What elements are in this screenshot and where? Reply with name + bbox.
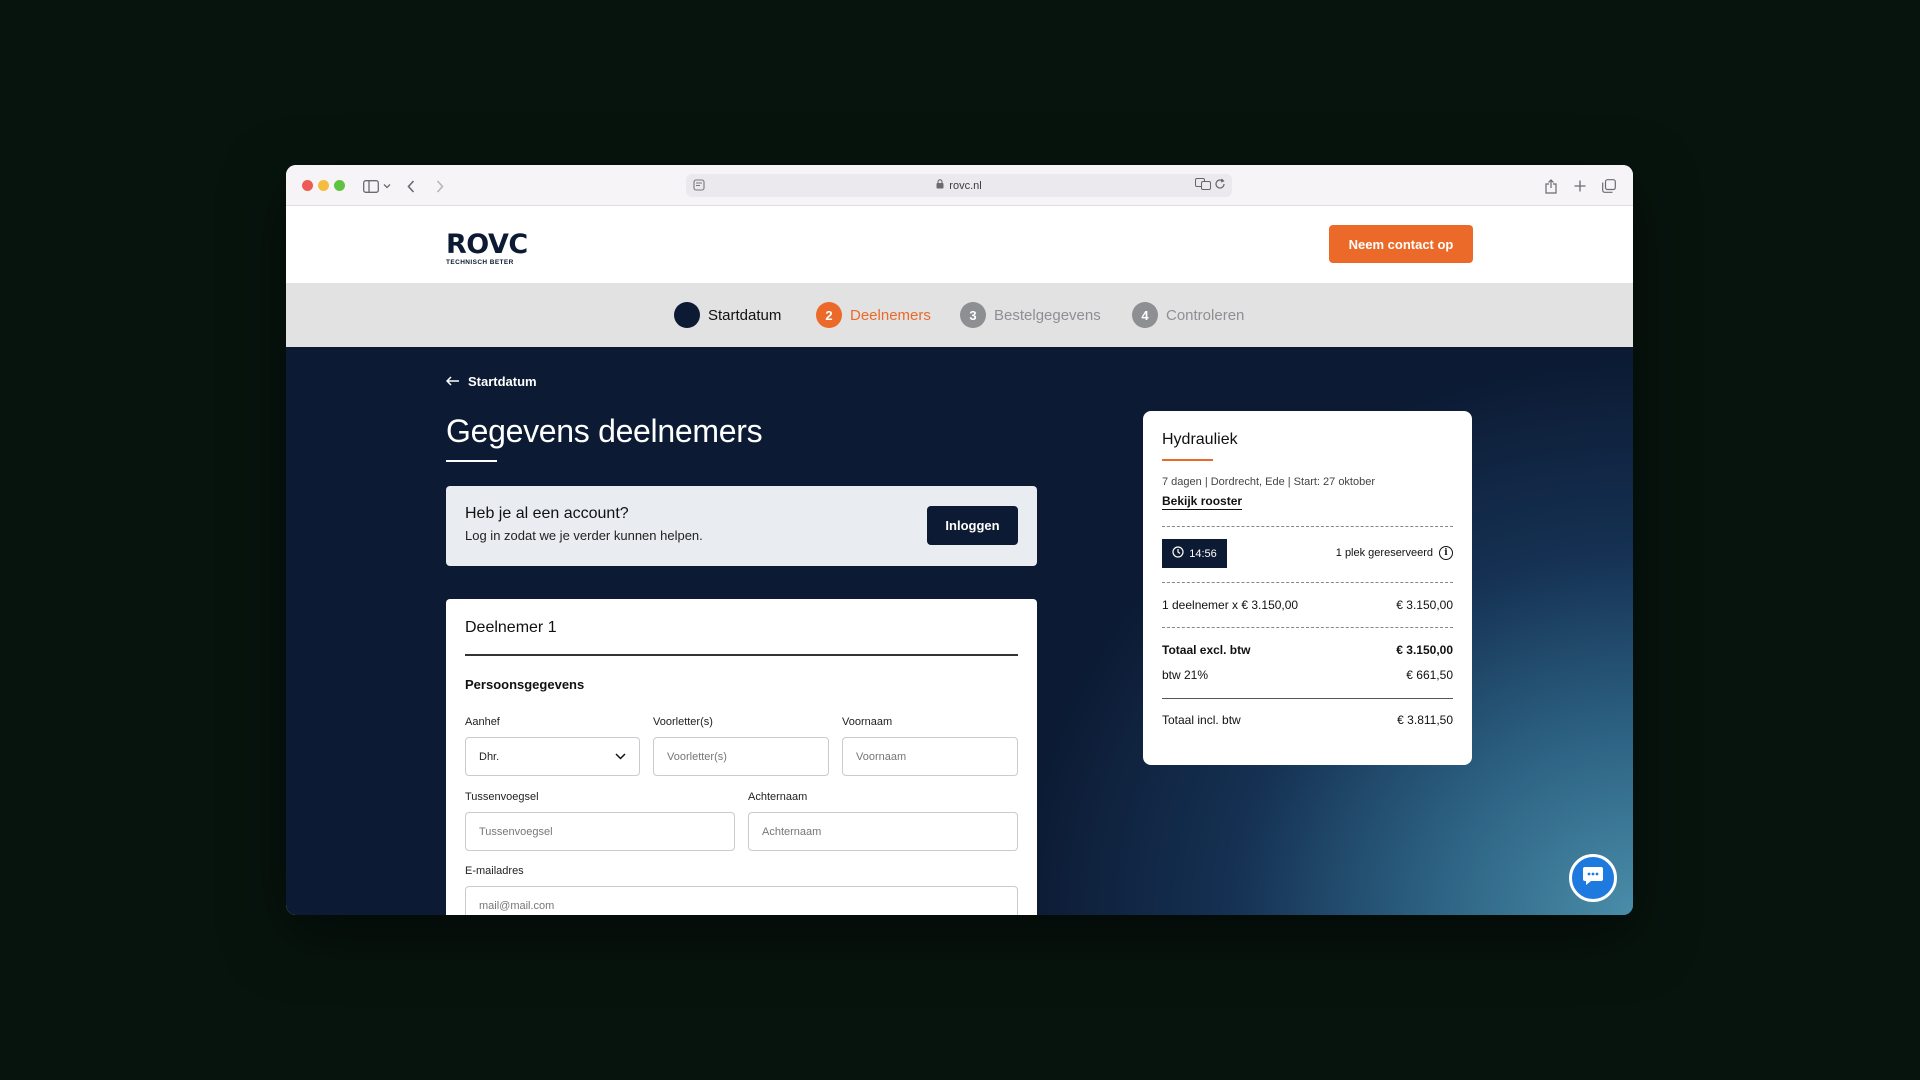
participant-title: Deelnemer 1 <box>465 619 557 636</box>
chat-button[interactable] <box>1569 854 1617 902</box>
share-icon[interactable] <box>1540 175 1562 197</box>
line-item-value: € 3.150,00 <box>1396 598 1453 612</box>
lock-icon <box>936 179 944 192</box>
logo-wordmark: ROVC <box>446 229 528 260</box>
participant-form: Deelnemer 1 Persoonsgegevens Aanhef Dhr.… <box>446 599 1037 915</box>
back-icon[interactable] <box>400 175 422 197</box>
tussenvoegsel-label: Tussenvoegsel <box>465 791 539 803</box>
divider <box>1162 582 1453 583</box>
site-header: ROVC TECHNISCH BETER Neem contact op <box>286 206 1633 283</box>
step-deelnemers[interactable]: 2 Deelnemers <box>816 302 931 328</box>
reservation-timer: 14:56 <box>1162 539 1227 568</box>
vat-value: € 661,50 <box>1406 668 1453 682</box>
step-bestelgegevens: 3 Bestelgegevens <box>960 302 1101 328</box>
timer-value: 14:56 <box>1189 547 1217 560</box>
address-bar[interactable]: rovc.nl <box>686 174 1232 197</box>
divider <box>465 654 1018 656</box>
browser-window: rovc.nl ROVC TECHNISCH BETER Neem contac… <box>286 165 1633 915</box>
aanhef-select[interactable]: Dhr. <box>465 737 640 776</box>
schedule-link[interactable]: Bekijk rooster <box>1162 494 1243 510</box>
achternaam-label: Achternaam <box>748 791 808 803</box>
title-underline <box>446 460 497 462</box>
tab-overview-icon[interactable] <box>1598 175 1620 197</box>
line-item-label: 1 deelnemer x € 3.150,00 <box>1162 598 1299 612</box>
divider <box>1162 627 1453 628</box>
url-text: rovc.nl <box>949 179 982 192</box>
maximize-window-button[interactable] <box>334 180 345 191</box>
step-label: Bestelgegevens <box>994 306 1101 324</box>
achternaam-input[interactable] <box>748 812 1018 851</box>
clock-icon <box>1172 546 1184 561</box>
total-incl-value: € 3.811,50 <box>1397 713 1453 727</box>
rovc-logo[interactable]: ROVC TECHNISCH BETER <box>446 229 528 266</box>
minimize-window-button[interactable] <box>318 180 329 191</box>
login-prompt: Heb je al een account? Log in zodat we j… <box>446 486 1037 566</box>
login-button[interactable]: Inloggen <box>927 506 1018 545</box>
close-window-button[interactable] <box>302 180 313 191</box>
chevron-down-icon[interactable] <box>380 175 394 197</box>
step-number: 2 <box>816 302 842 328</box>
step-label: Startdatum <box>708 306 782 324</box>
aanhef-label: Aanhef <box>465 716 500 728</box>
logo-tagline: TECHNISCH BETER <box>446 259 514 266</box>
chevron-down-icon <box>615 751 626 763</box>
total-incl-label: Totaal incl. btw <box>1162 713 1241 727</box>
tussenvoegsel-input[interactable] <box>465 812 735 851</box>
title-accent <box>1162 459 1213 461</box>
page-title: Gegevens deelnemers <box>446 413 763 449</box>
line-item: 1 deelnemer x € 3.150,00 € 3.150,00 <box>1162 598 1453 612</box>
new-tab-icon[interactable] <box>1569 175 1591 197</box>
step-indicator <box>674 302 700 328</box>
total-excl-value: € 3.150,00 <box>1396 643 1453 657</box>
total-incl-row: Totaal incl. btw € 3.811,50 <box>1162 713 1453 727</box>
login-prompt-subtitle: Log in zodat we je verder kunnen helpen. <box>465 528 703 543</box>
reserved-text: 1 plek gereserveerd <box>1335 547 1433 559</box>
step-label: Controleren <box>1166 306 1245 324</box>
aanhef-value: Dhr. <box>479 750 500 763</box>
reserved-info: 1 plek gereserveerd i <box>1336 546 1453 560</box>
reload-icon[interactable] <box>1214 178 1226 193</box>
step-number: 3 <box>960 302 986 328</box>
course-meta: 7 dagen | Dordrecht, Ede | Start: 27 okt… <box>1162 476 1376 488</box>
divider <box>1162 698 1453 699</box>
course-title: Hydrauliek <box>1162 431 1238 448</box>
voorletters-label: Voorletter(s) <box>653 716 713 728</box>
voorletters-input[interactable] <box>653 737 829 776</box>
forward-icon[interactable] <box>429 175 451 197</box>
vat-label: btw 21% <box>1162 668 1209 682</box>
main-content: Startdatum Gegevens deelnemers Heb je al… <box>286 347 1633 915</box>
contact-button[interactable]: Neem contact op <box>1329 225 1473 263</box>
step-label: Deelnemers <box>850 306 931 324</box>
step-controleren: 4 Controleren <box>1132 302 1244 328</box>
total-excl-label: Totaal excl. btw <box>1162 643 1251 657</box>
info-icon[interactable]: i <box>1439 546 1453 560</box>
translate-icon[interactable] <box>1195 177 1211 193</box>
order-summary: Hydrauliek 7 dagen | Dordrecht, Ede | St… <box>1143 411 1472 765</box>
arrow-left-icon <box>445 374 460 389</box>
email-input[interactable] <box>465 886 1018 915</box>
vat-row: btw 21% € 661,50 <box>1162 668 1453 682</box>
sidebar-toggle-icon[interactable] <box>360 175 382 197</box>
voornaam-label: Voornaam <box>842 716 893 728</box>
chat-bubble-icon <box>1582 866 1604 891</box>
back-link[interactable]: Startdatum <box>445 374 537 389</box>
checkout-steps: Startdatum 2 Deelnemers 3 Bestelgegevens… <box>286 283 1633 347</box>
step-number: 4 <box>1132 302 1158 328</box>
step-startdatum[interactable]: Startdatum <box>674 302 781 328</box>
browser-toolbar: rovc.nl <box>286 165 1633 206</box>
back-link-label: Startdatum <box>468 374 537 389</box>
page-menu-icon[interactable] <box>692 178 706 192</box>
login-prompt-title: Heb je al een account? <box>465 505 629 522</box>
email-label: E-mailadres <box>465 865 524 877</box>
divider <box>1162 526 1453 527</box>
section-heading: Persoonsgegevens <box>465 677 585 692</box>
total-excl-row: Totaal excl. btw € 3.150,00 <box>1162 643 1453 657</box>
voornaam-input[interactable] <box>842 737 1018 776</box>
